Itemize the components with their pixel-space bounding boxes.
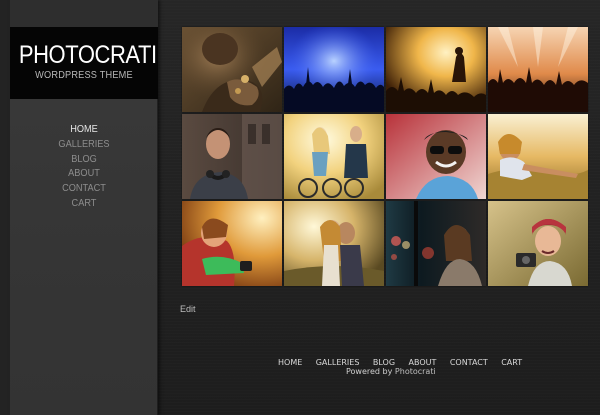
gallery-thumb-concert-crowd-blue[interactable] <box>284 27 384 112</box>
gallery-thumb-concert-singer-golden[interactable] <box>386 27 486 112</box>
sidebar-nav: HOME GALLERIES BLOG ABOUT CONTACT CART <box>10 123 158 212</box>
gallery-thumb-concert-crowd-lights[interactable] <box>488 27 588 112</box>
gallery-thumb-couple-with-bicycles[interactable] <box>284 114 384 199</box>
gallery-thumb-man-with-sunglasses[interactable] <box>386 114 486 199</box>
page: PHOTOCRATI WORDPRESS THEME HOME GALLERIE… <box>0 0 600 415</box>
sidebar-nav-home[interactable]: HOME <box>16 123 152 138</box>
photo-gallery <box>182 27 589 286</box>
gallery-thumb-woman-city-lights[interactable] <box>386 201 486 286</box>
gallery-thumb-hugging-in-sunset[interactable] <box>182 201 282 286</box>
left-edge-strip <box>0 0 10 415</box>
footer-nav-cart[interactable]: CART <box>501 358 522 368</box>
footer-nav-contact[interactable]: CONTACT <box>450 358 488 368</box>
powered-by: Powered by Photocrati <box>346 367 436 377</box>
gallery-thumb-woman-in-field[interactable] <box>488 114 588 199</box>
sidebar-nav-galleries[interactable]: GALLERIES <box>16 138 152 153</box>
gallery-thumb-man-with-headphones[interactable] <box>182 114 282 199</box>
gallery-thumb-hands-with-keys[interactable] <box>182 27 282 112</box>
sidebar: PHOTOCRATI WORDPRESS THEME HOME GALLERIE… <box>10 0 158 415</box>
sidebar-nav-contact[interactable]: CONTACT <box>16 182 152 197</box>
sidebar-nav-cart[interactable]: CART <box>16 197 152 212</box>
powered-by-link[interactable]: Photocrati <box>395 367 436 376</box>
gallery-thumb-woman-with-camera[interactable] <box>488 201 588 286</box>
powered-by-prefix: Powered by <box>346 367 393 376</box>
edit-link[interactable]: Edit <box>180 303 196 315</box>
sidebar-nav-about[interactable]: ABOUT <box>16 167 152 182</box>
sidebar-top-band <box>10 0 158 27</box>
footer-nav-home[interactable]: HOME <box>278 358 302 368</box>
gallery-thumb-couple-kissing[interactable] <box>284 201 384 286</box>
site-subtitle: WORDPRESS THEME <box>35 70 133 81</box>
sidebar-nav-blog[interactable]: BLOG <box>16 153 152 168</box>
site-logo[interactable]: PHOTOCRATI WORDPRESS THEME <box>10 27 158 99</box>
site-title: PHOTOCRATI <box>18 41 157 69</box>
